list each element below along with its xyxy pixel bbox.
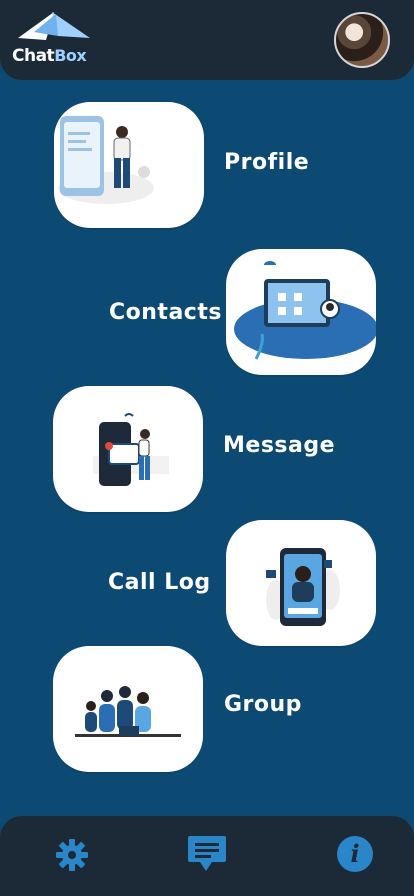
menu-label-message[interactable]: Message — [223, 433, 335, 458]
message-illustration — [93, 413, 169, 486]
call-log-illustration — [266, 548, 340, 626]
menu-label-call-log[interactable]: Call Log — [108, 570, 211, 595]
profile-card[interactable] — [54, 102, 204, 228]
app-header: ChatBox — [0, 0, 414, 80]
menu-label-contacts[interactable]: Contacts — [109, 300, 222, 325]
logo-text-chat: Chat — [12, 46, 55, 66]
paper-plane-logo-icon — [18, 12, 90, 40]
menu-label-profile[interactable]: Profile — [224, 150, 309, 175]
menu-label-group[interactable]: Group — [224, 692, 302, 717]
logo-text-box: Box — [54, 46, 87, 65]
bottom-nav: i — [0, 816, 414, 896]
app-logo[interactable]: ChatBox — [12, 10, 96, 70]
group-card[interactable] — [53, 646, 203, 772]
group-illustration — [75, 686, 181, 737]
chat-icon[interactable] — [186, 834, 228, 874]
logo-text: ChatBox — [12, 46, 87, 66]
call-log-card[interactable] — [226, 520, 376, 646]
info-icon[interactable]: i — [337, 836, 373, 872]
contacts-card[interactable] — [226, 249, 376, 375]
gear-icon[interactable] — [55, 838, 89, 872]
contacts-illustration — [234, 261, 376, 360]
profile-illustration — [58, 116, 154, 204]
message-card[interactable] — [53, 386, 203, 512]
info-glyph: i — [350, 839, 360, 868]
user-avatar[interactable] — [334, 12, 390, 68]
